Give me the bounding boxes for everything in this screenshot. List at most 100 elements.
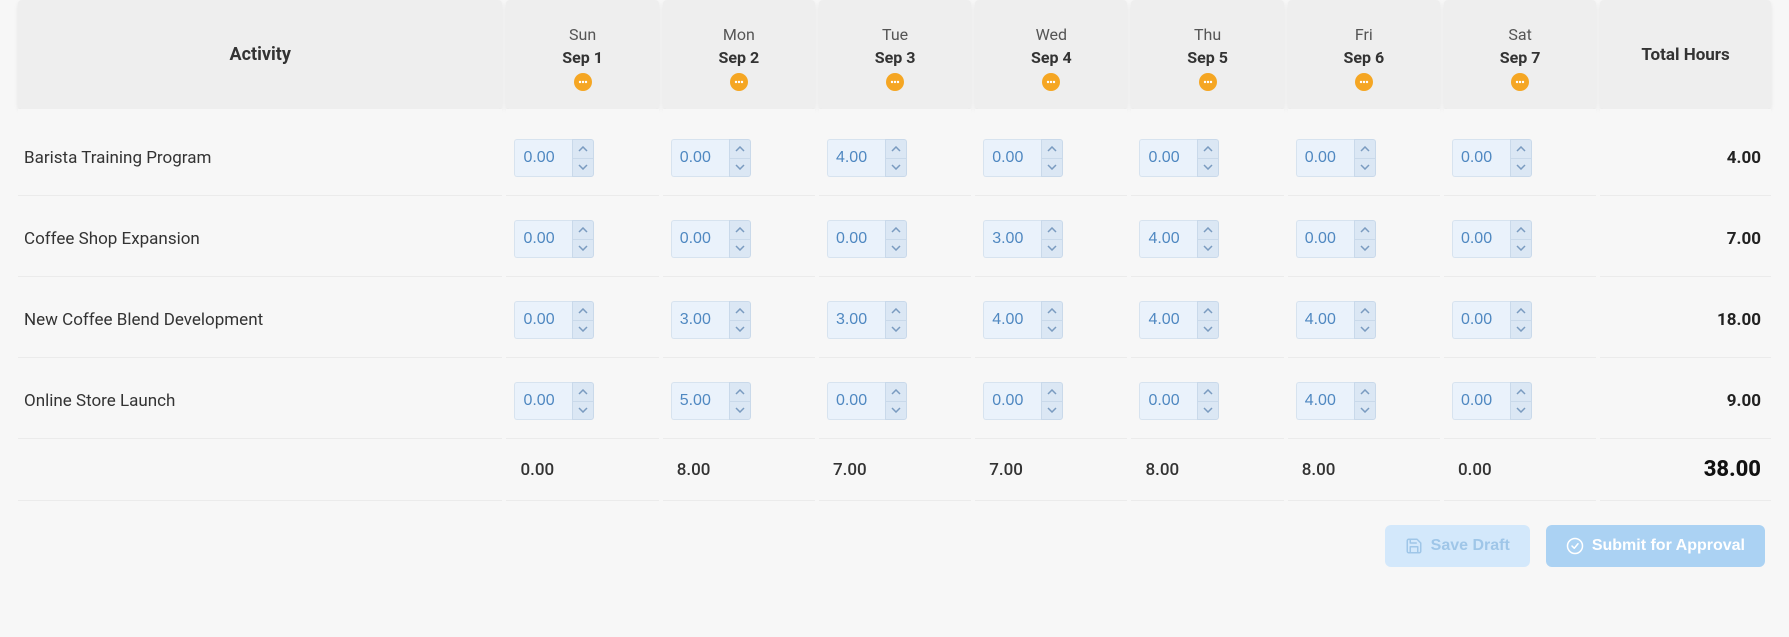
increment-button[interactable] [885, 220, 907, 239]
decrement-button[interactable] [729, 320, 751, 340]
decrement-button[interactable] [729, 158, 751, 178]
increment-button[interactable] [1510, 382, 1532, 401]
chevron-down-icon [1047, 164, 1057, 170]
increment-button[interactable] [885, 301, 907, 320]
hours-input[interactable] [983, 301, 1041, 339]
decrement-button[interactable] [1197, 158, 1219, 178]
hours-input[interactable] [827, 382, 885, 420]
hours-input[interactable] [1296, 220, 1354, 258]
hours-input[interactable] [827, 220, 885, 258]
decrement-button[interactable] [1354, 320, 1376, 340]
submit-approval-button[interactable]: Submit for Approval [1546, 525, 1765, 567]
increment-button[interactable] [1041, 382, 1063, 401]
increment-button[interactable] [572, 220, 594, 239]
decrement-button[interactable] [572, 158, 594, 178]
decrement-button[interactable] [1041, 158, 1063, 178]
increment-button[interactable] [1197, 220, 1219, 239]
save-draft-button[interactable]: Save Draft [1385, 525, 1530, 567]
hours-input[interactable] [1296, 382, 1354, 420]
hours-spinner [1296, 301, 1376, 339]
hours-input[interactable] [671, 139, 729, 177]
hours-input[interactable] [983, 382, 1041, 420]
increment-button[interactable] [1354, 139, 1376, 158]
hours-input[interactable] [1139, 301, 1197, 339]
hours-input[interactable] [827, 301, 885, 339]
hours-input[interactable] [514, 139, 572, 177]
hours-input[interactable] [514, 382, 572, 420]
hours-input[interactable] [671, 220, 729, 258]
decrement-button[interactable] [1510, 239, 1532, 259]
hours-input[interactable] [671, 301, 729, 339]
decrement-button[interactable] [1510, 320, 1532, 340]
hours-input[interactable] [1139, 220, 1197, 258]
increment-button[interactable] [729, 382, 751, 401]
increment-button[interactable] [1354, 382, 1376, 401]
hours-input[interactable] [1452, 139, 1510, 177]
decrement-button[interactable] [1510, 401, 1532, 421]
hours-input[interactable] [1452, 220, 1510, 258]
increment-button[interactable] [1197, 382, 1219, 401]
decrement-button[interactable] [729, 239, 751, 259]
decrement-button[interactable] [1197, 401, 1219, 421]
decrement-button[interactable] [729, 401, 751, 421]
increment-button[interactable] [1041, 139, 1063, 158]
day-menu-icon[interactable] [1042, 73, 1060, 91]
increment-button[interactable] [729, 301, 751, 320]
increment-button[interactable] [1510, 301, 1532, 320]
increment-button[interactable] [1041, 301, 1063, 320]
day-menu-icon[interactable] [886, 73, 904, 91]
chevron-up-icon [1047, 146, 1057, 152]
increment-button[interactable] [572, 382, 594, 401]
chevron-up-icon [1203, 389, 1213, 395]
increment-button[interactable] [1510, 139, 1532, 158]
decrement-button[interactable] [1041, 401, 1063, 421]
decrement-button[interactable] [885, 401, 907, 421]
hours-input[interactable] [1139, 139, 1197, 177]
hours-cell [819, 196, 971, 277]
hours-input[interactable] [671, 382, 729, 420]
decrement-button[interactable] [572, 401, 594, 421]
hours-input[interactable] [1452, 382, 1510, 420]
decrement-button[interactable] [1197, 320, 1219, 340]
increment-button[interactable] [885, 139, 907, 158]
decrement-button[interactable] [885, 158, 907, 178]
decrement-button[interactable] [1510, 158, 1532, 178]
decrement-button[interactable] [885, 320, 907, 340]
decrement-button[interactable] [572, 239, 594, 259]
decrement-button[interactable] [1041, 320, 1063, 340]
day-menu-icon[interactable] [1199, 73, 1217, 91]
hours-input[interactable] [1139, 382, 1197, 420]
decrement-button[interactable] [572, 320, 594, 340]
day-menu-icon[interactable] [730, 73, 748, 91]
increment-button[interactable] [729, 220, 751, 239]
increment-button[interactable] [885, 382, 907, 401]
increment-button[interactable] [572, 301, 594, 320]
decrement-button[interactable] [885, 239, 907, 259]
increment-button[interactable] [1197, 301, 1219, 320]
decrement-button[interactable] [1197, 239, 1219, 259]
increment-button[interactable] [1510, 220, 1532, 239]
hours-input[interactable] [1452, 301, 1510, 339]
hours-input[interactable] [1296, 301, 1354, 339]
hours-input[interactable] [514, 301, 572, 339]
increment-button[interactable] [1354, 220, 1376, 239]
day-menu-icon[interactable] [1511, 73, 1529, 91]
increment-button[interactable] [1041, 220, 1063, 239]
increment-button[interactable] [572, 139, 594, 158]
decrement-button[interactable] [1354, 401, 1376, 421]
hours-input[interactable] [514, 220, 572, 258]
decrement-button[interactable] [1041, 239, 1063, 259]
increment-button[interactable] [729, 139, 751, 158]
day-menu-icon[interactable] [574, 73, 592, 91]
increment-button[interactable] [1354, 301, 1376, 320]
hours-input[interactable] [827, 139, 885, 177]
decrement-button[interactable] [1354, 239, 1376, 259]
day-menu-icon[interactable] [1355, 73, 1373, 91]
increment-button[interactable] [1197, 139, 1219, 158]
hours-input[interactable] [983, 139, 1041, 177]
hours-input[interactable] [1296, 139, 1354, 177]
table-row: Barista Training Program4.00 [18, 109, 1771, 196]
chevron-up-icon [578, 308, 588, 314]
decrement-button[interactable] [1354, 158, 1376, 178]
hours-input[interactable] [983, 220, 1041, 258]
